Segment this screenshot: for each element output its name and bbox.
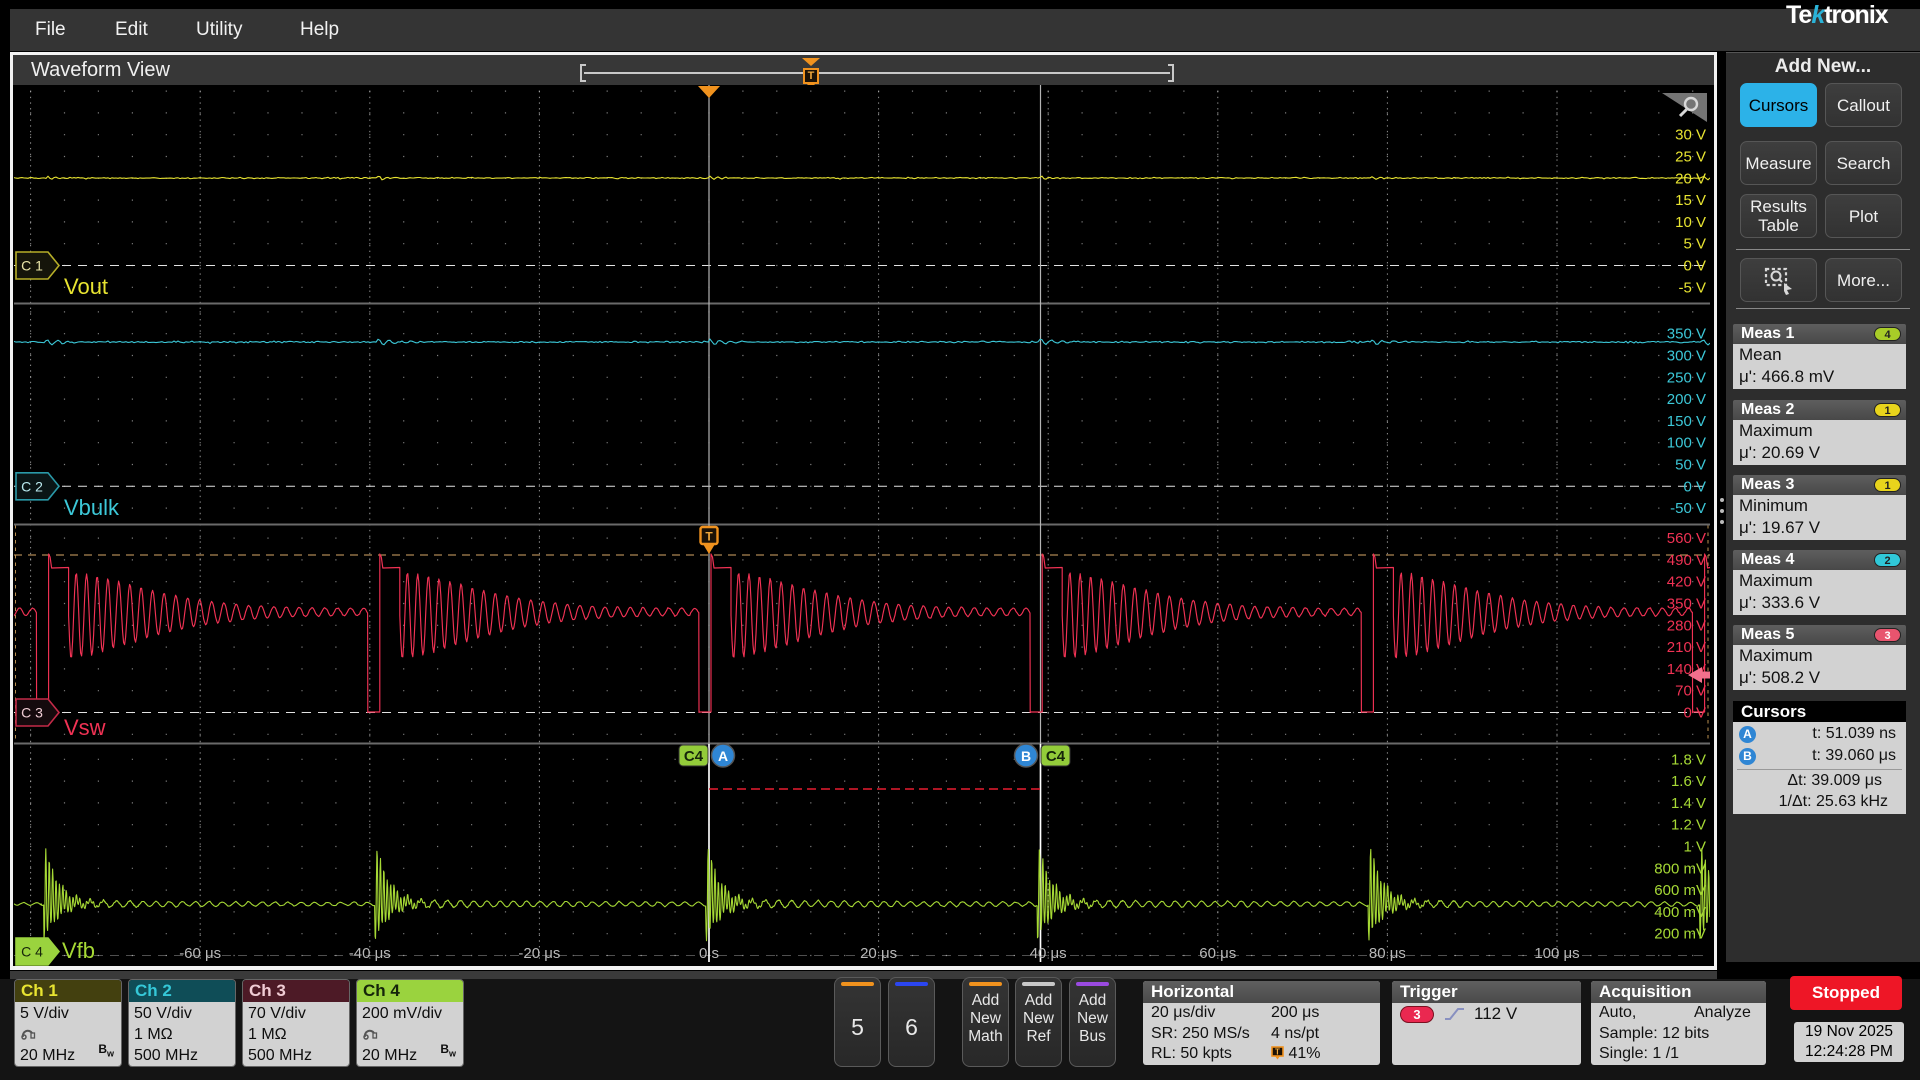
svg-text:-20 μs: -20 μs [518, 945, 560, 962]
svg-text:80 μs: 80 μs [1369, 945, 1406, 962]
svg-text:420 V: 420 V [1667, 574, 1706, 591]
svg-text:1.2 V: 1.2 V [1671, 817, 1706, 834]
svg-text:Vsw: Vsw [64, 715, 106, 740]
svg-text:C 1: C 1 [21, 258, 43, 274]
svg-text:60 μs: 60 μs [1199, 945, 1236, 962]
svg-text:1 V: 1 V [1683, 839, 1706, 856]
svg-text:T: T [1275, 1048, 1280, 1057]
svg-text:40 μs: 40 μs [1030, 945, 1067, 962]
svg-text:20 V: 20 V [1675, 170, 1706, 187]
svg-text:25 V: 25 V [1675, 149, 1706, 166]
svg-text:100 μs: 100 μs [1534, 945, 1579, 962]
svg-text:0 s: 0 s [699, 945, 719, 962]
svg-text:200 mV: 200 mV [1654, 926, 1706, 943]
svg-text:15 V: 15 V [1675, 192, 1706, 209]
svg-text:T: T [705, 530, 713, 544]
svg-text:C 3: C 3 [21, 705, 43, 721]
svg-text:20 μs: 20 μs [860, 945, 897, 962]
svg-text:600 mV: 600 mV [1654, 882, 1706, 899]
svg-text:A: A [718, 748, 728, 764]
svg-text:1.8 V: 1.8 V [1671, 751, 1706, 768]
svg-text:300 V: 300 V [1667, 348, 1706, 365]
svg-text:Vfb: Vfb [62, 938, 95, 963]
svg-text:210 V: 210 V [1667, 639, 1706, 656]
svg-text:C 2: C 2 [21, 478, 43, 494]
svg-text:1.4 V: 1.4 V [1671, 795, 1706, 812]
svg-text:-5 V: -5 V [1678, 279, 1706, 296]
svg-text:250 V: 250 V [1667, 369, 1706, 386]
svg-text:70 V: 70 V [1675, 683, 1706, 700]
svg-text:B: B [1021, 748, 1031, 764]
svg-text:0 V: 0 V [1683, 478, 1706, 495]
svg-text:560 V: 560 V [1667, 530, 1706, 547]
svg-text:490 V: 490 V [1667, 552, 1706, 569]
svg-text:100 V: 100 V [1667, 435, 1706, 452]
svg-text:50 V: 50 V [1675, 457, 1706, 474]
svg-text:400 mV: 400 mV [1654, 904, 1706, 921]
svg-text:10 V: 10 V [1675, 214, 1706, 231]
svg-text:280 V: 280 V [1667, 617, 1706, 634]
svg-text:0 V: 0 V [1683, 705, 1706, 722]
svg-text:1.6 V: 1.6 V [1671, 773, 1706, 790]
svg-text:350 V: 350 V [1667, 326, 1706, 343]
svg-text:30 V: 30 V [1675, 127, 1706, 144]
svg-text:200 V: 200 V [1667, 391, 1706, 408]
svg-text:-40 μs: -40 μs [349, 945, 391, 962]
svg-text:Vbulk: Vbulk [64, 495, 120, 520]
svg-text:800 mV: 800 mV [1654, 860, 1706, 877]
svg-text:5 V: 5 V [1683, 236, 1706, 253]
svg-text:-60 μs: -60 μs [179, 945, 221, 962]
svg-text:C4: C4 [1046, 748, 1066, 765]
svg-text:C4: C4 [684, 748, 704, 765]
svg-text:-50 V: -50 V [1670, 500, 1706, 517]
svg-text:Vout: Vout [64, 274, 108, 299]
svg-text:150 V: 150 V [1667, 413, 1706, 430]
svg-text:0 V: 0 V [1683, 258, 1706, 275]
svg-text:C 4: C 4 [21, 944, 43, 960]
svg-text:350 V: 350 V [1667, 596, 1706, 613]
